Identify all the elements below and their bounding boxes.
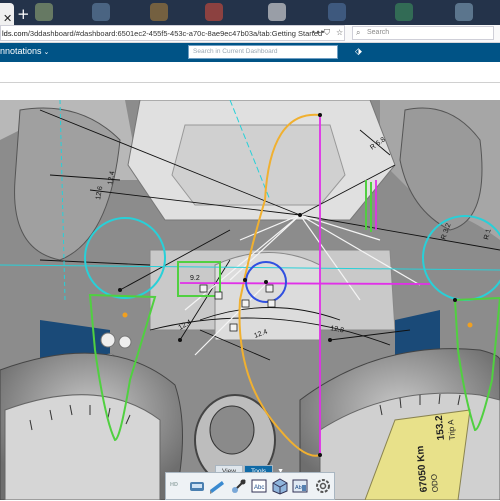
knob <box>100 332 116 348</box>
knob <box>118 335 132 349</box>
left-gauge-face <box>4 394 161 500</box>
viewer-canvas[interactable]: R 6.8 R 1 12.8 12.4 12.6 12.4 12.4 9.2 R… <box>0 100 500 500</box>
url-host: lds.com <box>2 29 28 38</box>
svg-text:Abc: Abc <box>254 485 264 491</box>
trip-value: 153.2 <box>434 414 447 440</box>
viewer-toolbar: ViewTools▼ HD Abc Ab <box>165 460 335 500</box>
browser-search-placeholder: Search <box>367 29 390 36</box>
orange-marker <box>122 312 128 318</box>
blurred-app-icon <box>92 3 110 21</box>
section-icon[interactable] <box>208 476 226 496</box>
cube-icon[interactable] <box>271 476 289 496</box>
app-subbar <box>0 62 500 83</box>
browser-tab-strip: ✕ + <box>0 0 500 25</box>
orange-marker <box>467 322 473 328</box>
toolbar-body: HD Abc Ab <box>165 472 335 500</box>
blurred-app-icon <box>268 3 286 21</box>
blurred-app-icon <box>455 3 473 21</box>
center-knob-inner <box>209 405 255 455</box>
chevron-down-icon[interactable]: ⌄ <box>44 49 50 56</box>
3d-viewer[interactable]: R 6.8 R 1 12.8 12.4 12.6 12.4 12.4 9.2 R… <box>0 100 500 500</box>
browser-tab[interactable]: ✕ <box>0 3 14 25</box>
svg-text:Ab: Ab <box>295 485 302 491</box>
blurred-app-icon <box>205 3 223 21</box>
odo-label: ODO <box>429 474 440 493</box>
url-path: /3ddashboard/#dashboard:6501ec2-455f5-45… <box>27 29 323 38</box>
dim-label: 9.2 <box>190 275 200 282</box>
blurred-app-icon <box>150 3 168 21</box>
url-field[interactable]: lds.com/3ddashboard/#dashboard:6501ec2-4… <box>0 25 345 41</box>
ruler-icon[interactable] <box>230 476 248 496</box>
plus-icon[interactable]: + <box>17 5 30 23</box>
settings-gear-icon[interactable] <box>314 476 332 496</box>
blurred-app-icon <box>328 3 346 21</box>
blurred-app-icon <box>395 3 413 21</box>
display-icon[interactable]: Ab <box>291 476 309 496</box>
app-title[interactable]: nnotations ⌄ <box>0 46 49 56</box>
measure-icon[interactable] <box>188 476 206 496</box>
dashboard-search-input[interactable]: Search in Current Dashboard <box>188 45 338 59</box>
pocket-icon[interactable]: ⛉ <box>324 28 330 38</box>
browser-search-field[interactable]: ⌕ Search <box>352 26 494 40</box>
search-icon: ⌕ <box>356 28 361 37</box>
address-bar-row: lds.com/3ddashboard/#dashboard:6501ec2-4… <box>0 25 500 43</box>
top-housing-inner <box>171 124 346 206</box>
hd-label: HD <box>170 482 178 488</box>
close-icon[interactable]: ✕ <box>3 12 12 25</box>
trip-label: Trip A <box>446 419 457 441</box>
app-title-label: nnotations <box>0 46 42 56</box>
tag-icon[interactable]: ⬗ <box>355 46 362 57</box>
toolbar-tabs: ViewTools▼ <box>215 460 284 477</box>
dashboard-search-placeholder: Search in Current Dashboard <box>193 48 278 55</box>
blurred-app-icon <box>35 3 53 21</box>
app-header: nnotations ⌄ Search in Current Dashboard … <box>0 43 500 62</box>
star-icon[interactable]: ☆ <box>336 28 343 37</box>
annotation-icon[interactable]: Abc <box>250 476 268 496</box>
